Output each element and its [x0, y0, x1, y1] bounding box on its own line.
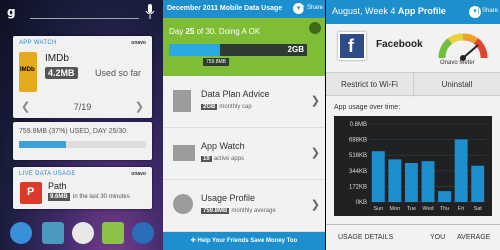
app-dock [0, 216, 163, 250]
list-item-usage-profile[interactable]: Usage Profile 759.8MB monthly average ❯ [163, 180, 325, 232]
usage-summary: 759.8MB (37%) USED, DAY 25/30 [19, 128, 127, 135]
data-progress-fill [169, 44, 221, 56]
row-title: Usage Profile [201, 193, 256, 203]
mobile-data-usage-screen: December 2011 Mobile Data Usage ▾ Share … [163, 0, 325, 250]
y-tick-label: 344KB [349, 169, 367, 175]
row-subtitle: 19 active apps [201, 156, 245, 162]
bar-wed [421, 161, 435, 202]
header: December 2011 Mobile Data Usage ▾ Share [163, 0, 325, 18]
status-icon [309, 22, 321, 34]
app-profile-screen: August, Week 4 App Profile ▾ Share f Fac… [326, 0, 500, 250]
facebook-app-icon: f [338, 32, 366, 60]
restrict-wifi-button[interactable]: Restrict to Wi-Fi [326, 73, 413, 97]
live-usage-text: in the last 30 minutes [73, 194, 130, 200]
usage-bar-chart: 0.8MB 688KB 516KB 344KB 172KB 0KB Sun Mon Tue Wed… [334, 116, 492, 216]
footer-label: Help Your Friends Save Money Too [197, 238, 298, 244]
y-tick-label: 0.8MB [350, 122, 367, 128]
x-tick-label: Sun [373, 206, 383, 212]
header: August, Week 4 App Profile ▾ Share [326, 0, 500, 24]
y-tick-label: 0KB [356, 200, 367, 206]
bar-thu [438, 191, 452, 202]
microphone-icon[interactable] [145, 4, 155, 19]
row-title: App Watch [201, 141, 245, 151]
google-search-icon[interactable]: g [7, 5, 23, 19]
share-button[interactable]: Share [302, 5, 323, 11]
bar-mon [388, 159, 402, 202]
average-label: AVERAGE [457, 234, 491, 241]
chevron-right-icon: ❯ [310, 199, 320, 211]
app-drawer-icon[interactable] [72, 222, 94, 244]
share-with-friends-button[interactable]: ✚ Help Your Friends Save Money Too [163, 232, 325, 250]
folder-icon [173, 145, 195, 161]
row-title: Data Plan Advice [201, 89, 270, 99]
home-screen: g APP WATCH onavo IMDb IMDb 4.2MB Used s… [0, 0, 163, 250]
uninstall-button[interactable]: Uninstall [413, 73, 500, 97]
user-icon [173, 194, 193, 214]
y-tick-label: 688KB [349, 138, 367, 144]
usage-details-bar: USAGE DETAILS YOU AVERAGE [326, 224, 500, 250]
bar-sun [371, 151, 385, 202]
usage-badge: 9.6MB [48, 193, 70, 201]
y-tick-label: 172KB [349, 184, 367, 190]
row-subtitle: 2GB monthly cap [201, 104, 252, 110]
used-so-far-text: Used so far [95, 68, 142, 78]
x-tick-label: Tue [407, 206, 416, 212]
x-tick-label: Fri [458, 206, 464, 212]
x-tick-label: Wed [422, 206, 433, 212]
usage-details-label: USAGE DETAILS [338, 234, 394, 241]
messaging-icon[interactable] [102, 222, 124, 244]
share-button[interactable]: Share [477, 8, 498, 14]
phone-icon[interactable] [10, 222, 32, 244]
data-progress-bar: 2GB [169, 44, 307, 56]
google-search-bar[interactable]: g [0, 0, 163, 24]
x-tick-label: Mon [390, 206, 401, 212]
imdb-app-icon: IMDb [19, 52, 37, 92]
bar-fri [454, 139, 468, 202]
onavo-meter-gauge [438, 33, 488, 61]
chevron-right-icon[interactable]: ❯ [135, 100, 144, 113]
usage-badge: 4.2MB [45, 67, 78, 79]
chart-title: App usage over time: [334, 104, 401, 111]
onavo-brand: onavo [131, 171, 146, 177]
live-data-widget[interactable]: LIVE DATA USAGE onavo P Path 9.6MB in th… [13, 167, 152, 209]
app-name: Path [48, 181, 67, 191]
plus-icon: ✚ [190, 238, 198, 244]
browser-icon[interactable] [132, 222, 154, 244]
search-underline [30, 18, 139, 19]
bar-sat [471, 165, 485, 202]
onavo-brand: onavo [131, 40, 146, 46]
list-item-data-plan-advice[interactable]: Data Plan Advice 2GB monthly cap ❯ [163, 76, 325, 128]
x-tick-label: Sat [474, 206, 483, 212]
usage-progress-fill [19, 141, 66, 148]
page-indicator: 7/19 [73, 102, 92, 112]
path-app-icon: P [20, 182, 42, 204]
data-cap-label: 2GB [287, 45, 304, 54]
app-name: IMDb [45, 53, 69, 64]
x-tick-label: Thu [440, 206, 449, 212]
action-bar: Restrict to Wi-Fi Uninstall [326, 72, 500, 97]
app-watch-widget[interactable]: APP WATCH onavo IMDb IMDb 4.2MB Used so … [13, 36, 152, 118]
chevron-right-icon: ❯ [310, 95, 320, 107]
document-icon [173, 90, 191, 112]
header-title: August, Week 4 App Profile [332, 6, 446, 16]
chevron-right-icon: ❯ [310, 147, 320, 159]
list-item-app-watch[interactable]: App Watch 19 active apps ❯ [163, 128, 325, 180]
app-pager: ❮ 7/19 ❯ [13, 98, 152, 116]
usage-progress-bar [19, 141, 146, 148]
contacts-icon[interactable] [42, 222, 64, 244]
meter-label: Onavo Meter [440, 60, 475, 66]
data-usage-widget[interactable]: 759.8MB (37%) USED, DAY 25/30 [13, 122, 152, 160]
header-title: December 2011 Mobile Data Usage [167, 5, 283, 12]
y-tick-label: 516KB [349, 153, 367, 159]
status-banner: Day 25 of 30. Doing A OK 2GB 759.8MB [163, 18, 325, 76]
you-label: YOU [430, 234, 446, 241]
day-status: Day 25 of 30. Doing A OK [169, 27, 261, 36]
bar-tue [404, 163, 418, 202]
row-subtitle: 759.8MB monthly average [201, 208, 276, 214]
app-name: Facebook [376, 39, 423, 50]
app-watch-label: APP WATCH [19, 40, 57, 46]
live-data-label: LIVE DATA USAGE [19, 171, 76, 177]
data-used-tip: 759.8MB [203, 58, 230, 66]
